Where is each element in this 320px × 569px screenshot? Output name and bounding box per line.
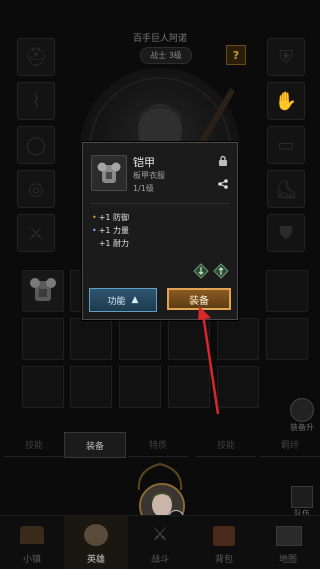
backpack-icon bbox=[213, 526, 235, 546]
hero-icon bbox=[84, 524, 108, 546]
equip-slot-belt[interactable]: ▭ bbox=[267, 126, 305, 164]
hero-class-level-badge: 战士 3级 bbox=[140, 47, 192, 64]
item-type: 板甲衣服 bbox=[133, 171, 165, 180]
gear-upgrade-icon bbox=[290, 398, 314, 422]
popup-divider bbox=[91, 203, 229, 204]
function-button[interactable]: 功能 ▲ bbox=[89, 288, 157, 312]
tab-bonds[interactable]: 羁绊 bbox=[260, 432, 320, 457]
equip-slot-necklace[interactable]: ⌇ bbox=[17, 82, 55, 120]
item-icon bbox=[91, 155, 127, 191]
nav-town[interactable]: 小镇 bbox=[0, 516, 64, 569]
item-level: 1/1级 bbox=[133, 184, 154, 193]
inventory-slot[interactable] bbox=[119, 318, 161, 360]
helmet-icon: ⛑ bbox=[24, 46, 48, 68]
help-button[interactable]: ? bbox=[226, 45, 246, 65]
equip-slot-shoulder[interactable]: ⛨ bbox=[267, 38, 305, 76]
equip-slot-boots[interactable]: ⛸ bbox=[267, 170, 305, 208]
equip-slot-gloves[interactable]: ✋ bbox=[267, 82, 305, 120]
tab-equipment[interactable]: 装备 bbox=[64, 432, 126, 458]
stat-row: •+1 耐力 bbox=[92, 238, 129, 249]
map-icon bbox=[276, 526, 302, 546]
inventory-slot[interactable] bbox=[70, 318, 112, 360]
town-icon bbox=[20, 526, 44, 544]
gem-slot-icon[interactable] bbox=[193, 263, 209, 279]
nav-battle-label: 战斗 bbox=[150, 555, 169, 565]
glove-icon: ✋ bbox=[274, 90, 298, 112]
stat-bullet-icon: • bbox=[92, 213, 97, 222]
stat-row: • +1 力量 bbox=[92, 225, 129, 236]
equip-slot-ring[interactable]: ◯ bbox=[17, 126, 55, 164]
annotation-arrow bbox=[198, 306, 220, 415]
nav-map[interactable]: 地图 bbox=[256, 516, 320, 569]
belt-icon: ▭ bbox=[277, 134, 295, 156]
inventory-slot[interactable] bbox=[266, 270, 308, 312]
stat-row: • +1 防御 bbox=[92, 212, 129, 223]
necklace-icon: ⌇ bbox=[31, 90, 41, 112]
tab-skills[interactable]: 技能 bbox=[4, 432, 64, 457]
stat-strength: +1 力量 bbox=[98, 226, 130, 235]
stat-defense: +1 防御 bbox=[98, 213, 130, 222]
armor-icon bbox=[30, 278, 56, 301]
inventory-slot-armor[interactable] bbox=[22, 270, 64, 312]
function-label: 功能 bbox=[107, 296, 126, 307]
shoulder-icon: ⛨ bbox=[279, 46, 293, 68]
team-icon bbox=[291, 486, 313, 508]
equip-slot-helmet[interactable]: ⛑ bbox=[17, 38, 55, 76]
nav-hero[interactable]: 英雄 bbox=[64, 516, 128, 569]
bracelet-icon: ◎ bbox=[28, 178, 44, 200]
upgrade-equipment-button[interactable]: 装备升 bbox=[287, 398, 317, 433]
nav-battle[interactable]: ⚔ 战斗 bbox=[128, 516, 192, 569]
chevron-up-icon: ▲ bbox=[131, 295, 139, 305]
nav-hero-label: 英雄 bbox=[86, 555, 105, 565]
share-icon[interactable] bbox=[217, 178, 229, 190]
shield-icon: ⛊ bbox=[279, 222, 293, 244]
armor-icon bbox=[97, 162, 121, 183]
nav-map-label: 地图 bbox=[278, 555, 297, 565]
inventory-slot[interactable] bbox=[22, 318, 64, 360]
equip-slot-shield[interactable]: ⛊ bbox=[267, 214, 305, 252]
nav-town-label: 小镇 bbox=[22, 555, 41, 565]
inventory-slot[interactable] bbox=[266, 318, 308, 360]
ring-icon: ◯ bbox=[25, 134, 47, 156]
stat-bullet-icon: • bbox=[92, 239, 97, 248]
nav-backpack-label: 背包 bbox=[214, 555, 233, 565]
item-name: 铠甲 bbox=[133, 156, 155, 169]
inventory-slot[interactable] bbox=[22, 366, 64, 408]
item-detail-popup: 铠甲 板甲衣服 1/1级 •+1 防御 •+1 力量 •+1 耐力 功能 ▲ 装… bbox=[82, 142, 238, 320]
equip-slot-bracelet[interactable]: ◎ bbox=[17, 170, 55, 208]
inventory-slot[interactable] bbox=[70, 366, 112, 408]
tab-bar: 技能 装备 特质 技能 羁绊 bbox=[0, 432, 320, 458]
tab-traits[interactable]: 特质 bbox=[128, 432, 188, 457]
tab-skills-2[interactable]: 技能 bbox=[196, 432, 256, 457]
nav-backpack[interactable]: 背包 bbox=[192, 516, 256, 569]
equip-slot-weapon[interactable]: ⚔ bbox=[17, 214, 55, 252]
inventory-slot[interactable] bbox=[119, 366, 161, 408]
gem-slot-icon[interactable] bbox=[213, 263, 229, 279]
boots-icon: ⛸ bbox=[274, 178, 298, 200]
stat-bullet-icon: • bbox=[92, 226, 97, 235]
sword-icon: ⚔ bbox=[27, 222, 45, 244]
lock-icon[interactable] bbox=[217, 155, 229, 167]
battle-icon: ⚔ bbox=[151, 524, 169, 545]
bottom-nav: 小镇 英雄 ⚔ 战斗 背包 地图 bbox=[0, 515, 320, 569]
stat-stamina: +1 耐力 bbox=[98, 239, 130, 248]
